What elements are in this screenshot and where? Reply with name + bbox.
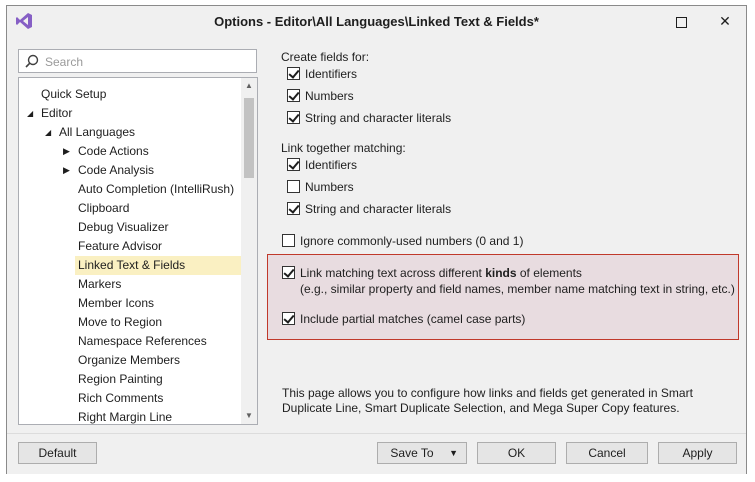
tree-item[interactable]: Debug Visualizer (19, 218, 241, 237)
tree-item[interactable]: Linked Text & Fields (19, 256, 241, 275)
tree-item-label: Markers (78, 277, 122, 291)
tree-item[interactable]: ◢ All Languages (19, 123, 241, 142)
ok-button[interactable]: OK (477, 442, 556, 464)
checkbox-box[interactable] (287, 180, 300, 193)
tree-item[interactable]: Region Painting (19, 370, 241, 389)
save-to-label: Save To (390, 446, 434, 460)
tree-item[interactable]: Member Icons (19, 294, 241, 313)
tree-item-label: Organize Members (78, 353, 181, 367)
tree-item[interactable]: Move to Region (19, 313, 241, 332)
tree-item-label: Debug Visualizer (78, 220, 169, 234)
tree-item[interactable]: ▶ Code Actions (19, 142, 241, 161)
tree-item-label: Clipboard (78, 201, 130, 215)
collapse-arrow-icon[interactable]: ◢ (45, 123, 51, 142)
tree-item-label: Code Analysis (78, 163, 155, 177)
checkbox-box[interactable] (287, 67, 300, 80)
checkbox-box[interactable] (287, 111, 300, 124)
dialog-footer: Default Save To ▼ OK Cancel Apply (7, 433, 746, 474)
option-label: Identifiers (305, 158, 358, 172)
tree-item[interactable]: Auto Completion (IntelliRush) (19, 180, 241, 199)
tree-item-label: Namespace References (78, 334, 207, 348)
search-input[interactable] (43, 53, 252, 71)
page-description: This page allows you to configure how li… (282, 386, 693, 415)
options-tree: Quick Setup ◢ Editor ◢ All Languages ▶ Code Ac… (18, 77, 258, 425)
tree-item[interactable]: Rich Comments (19, 389, 241, 408)
tree-item[interactable]: ▶ Code Analysis (19, 161, 241, 180)
tree-item-label: All Languages (59, 125, 136, 139)
scroll-down-icon[interactable]: ▼ (241, 408, 257, 424)
save-to-button[interactable]: Save To ▼ (377, 442, 467, 464)
search-icon (25, 54, 39, 68)
tree-item[interactable]: Quick Setup (19, 85, 241, 104)
dropdown-arrow-icon[interactable]: ▼ (449, 443, 458, 463)
checkbox-box[interactable] (287, 202, 300, 215)
option-label: Numbers (305, 180, 354, 194)
scrollbar-thumb[interactable] (244, 98, 254, 178)
tree-item[interactable]: Right Margin Line (19, 408, 241, 424)
partial-matches-label: Include partial matches (camel case part… (300, 312, 526, 326)
link-together-label: Link together matching: (281, 141, 406, 155)
close-button[interactable]: ✕ (702, 6, 748, 36)
tree-item-label: Member Icons (78, 296, 155, 310)
tree-item-label: Rich Comments (78, 391, 164, 405)
option-label: Identifiers (305, 67, 358, 81)
checkbox-box[interactable] (287, 89, 300, 102)
tree-item-label: Quick Setup (41, 87, 107, 101)
tree-item-label: Move to Region (78, 315, 163, 329)
create-fields-label: Create fields for: (281, 50, 370, 64)
maximize-button[interactable] (658, 6, 704, 36)
apply-button[interactable]: Apply (658, 442, 737, 464)
title-bar: Options - Editor\All Languages\Linked Te… (7, 6, 746, 36)
tree-item-label: Editor (41, 106, 73, 120)
tree-item-label: Linked Text & Fields (78, 258, 186, 272)
cancel-button[interactable]: Cancel (566, 442, 648, 464)
tree-scrollbar[interactable]: ▲ ▼ (241, 78, 257, 424)
options-dialog: Options - Editor\All Languages\Linked Te… (6, 5, 747, 474)
collapse-arrow-icon[interactable]: ◢ (27, 104, 33, 123)
tree-item-label: Feature Advisor (78, 239, 163, 253)
expand-arrow-icon[interactable]: ▶ (63, 142, 70, 161)
ignore-numbers-label: Ignore commonly-used numbers (0 and 1) (300, 234, 524, 248)
tree-item[interactable]: Clipboard (19, 199, 241, 218)
checkbox-box[interactable] (287, 158, 300, 171)
option-label: Numbers (305, 89, 354, 103)
search-box[interactable] (18, 49, 257, 73)
tree-item[interactable]: Markers (19, 275, 241, 294)
link-across-sublabel: (e.g., similar property and field names,… (300, 282, 735, 296)
checkbox-box[interactable] (282, 266, 295, 279)
option-label: String and character literals (305, 111, 452, 125)
checkbox-box[interactable] (282, 312, 295, 325)
checkbox-box[interactable] (282, 234, 295, 247)
window-title: Options - Editor\All Languages\Linked Te… (214, 14, 539, 29)
option-label: String and character literals (305, 202, 452, 216)
scroll-up-icon[interactable]: ▲ (241, 78, 257, 94)
tree-item-label: Region Painting (78, 372, 163, 386)
tree-item[interactable]: Feature Advisor (19, 237, 241, 256)
tree-item[interactable]: ◢ Editor (19, 104, 241, 123)
maximize-icon (675, 16, 687, 28)
tree-item-label: Code Actions (78, 144, 149, 158)
default-button[interactable]: Default (18, 442, 97, 464)
tree-item[interactable]: Namespace References (19, 332, 241, 351)
expand-arrow-icon[interactable]: ▶ (63, 161, 70, 180)
tree-item[interactable]: Organize Members (19, 351, 241, 370)
tree-item-label: Right Margin Line (78, 410, 173, 424)
tree-item-label: Auto Completion (IntelliRush) (78, 182, 235, 196)
